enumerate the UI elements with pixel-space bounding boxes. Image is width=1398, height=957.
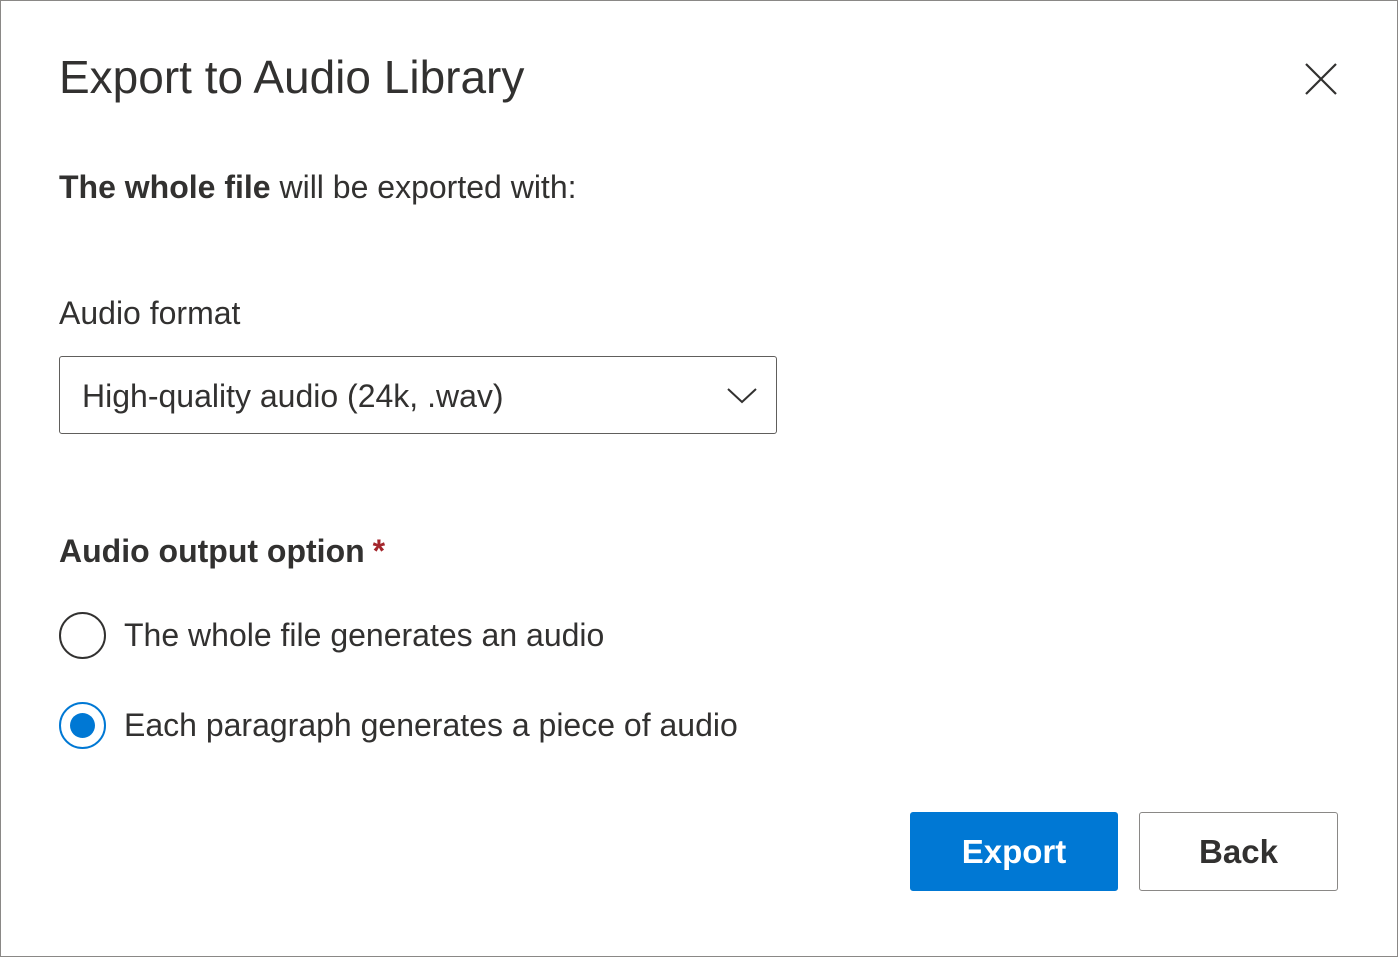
audio-format-dropdown[interactable]: High-quality audio (24k, .wav) [59,356,777,434]
export-scope-text: The whole file will be exported with: [59,166,577,208]
export-scope-bold: The whole file [59,169,271,205]
radio-whole-file-label: The whole file generates an audio [124,617,605,653]
radio-whole-file[interactable]: The whole file generates an audio [59,609,604,661]
audio-format-selected-value: High-quality audio (24k, .wav) [82,378,504,414]
audio-output-option-label: Audio output option * [59,530,385,572]
radio-button-unchecked[interactable] [59,611,106,659]
radio-selected-dot [70,712,95,738]
audio-format-label: Audio format [59,295,241,331]
audio-output-option-text: Audio output option [59,533,365,569]
radio-button-checked[interactable] [59,701,106,749]
export-scope-rest: will be exported with: [270,169,577,205]
close-icon [1305,63,1337,95]
close-button[interactable] [1297,55,1345,103]
chevron-down-icon [727,388,757,404]
radio-each-paragraph[interactable]: Each paragraph generates a piece of audi… [59,699,738,751]
radio-each-paragraph-label: Each paragraph generates a piece of audi… [124,707,738,743]
export-dialog: Export to Audio Library The whole file w… [0,0,1398,957]
dialog-title: Export to Audio Library [59,51,525,103]
back-button[interactable]: Back [1139,812,1338,891]
required-marker: * [372,533,386,569]
export-button[interactable]: Export [910,812,1118,891]
